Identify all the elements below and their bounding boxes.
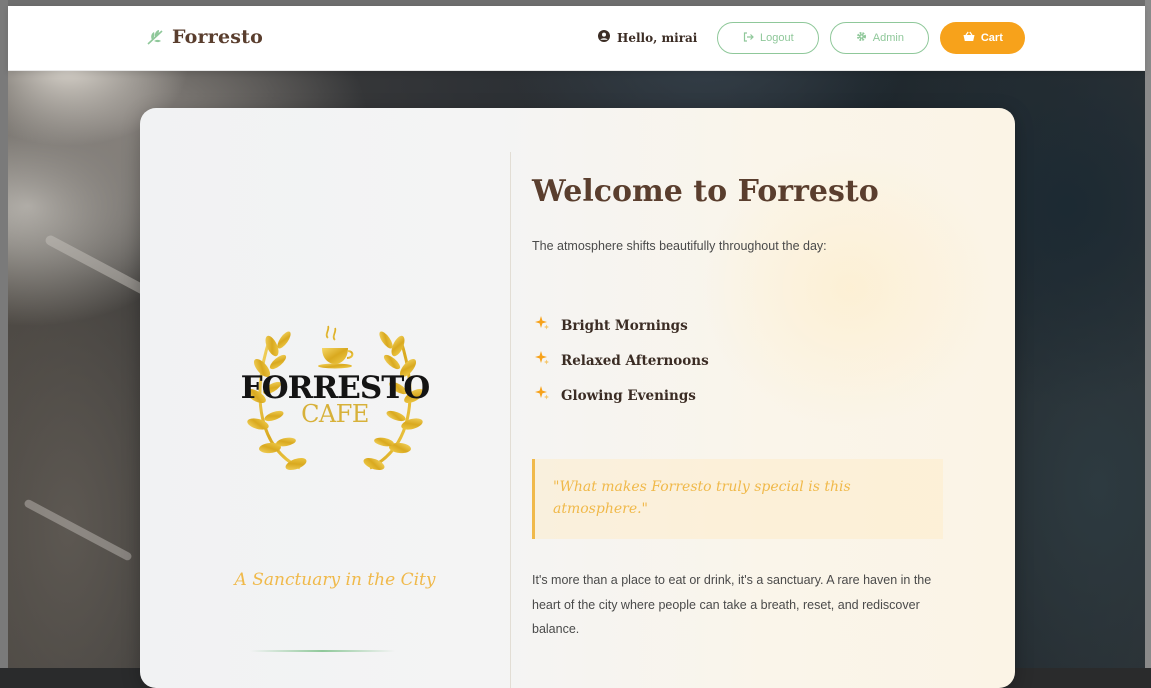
brand-name: Forresto <box>172 26 263 48</box>
list-item: Glowing Evenings <box>535 378 709 413</box>
feature-list: Bright Mornings Relaxed Afternoons Glowi… <box>535 308 709 413</box>
cart-label: Cart <box>980 32 1003 44</box>
window-frame-right <box>1145 0 1151 668</box>
logout-label: Logout <box>760 32 794 44</box>
logout-button[interactable]: Logout <box>717 22 820 54</box>
window-frame-left <box>0 0 8 668</box>
intro-text: The atmosphere shifts beautifully throug… <box>532 239 827 253</box>
sparkle-icon <box>535 316 549 335</box>
basket-icon <box>963 31 975 45</box>
feature-label: Relaxed Afternoons <box>561 352 709 369</box>
tagline: A Sanctuary in the City <box>234 570 436 590</box>
list-item: Bright Mornings <box>535 308 709 343</box>
feature-label: Glowing Evenings <box>561 387 696 404</box>
navbar: Forresto Hello, mirai Logout Admin Cart <box>8 6 1145 71</box>
gear-icon <box>856 31 867 45</box>
admin-label: Admin <box>872 32 904 44</box>
list-item: Relaxed Afternoons <box>535 343 709 378</box>
feature-label: Bright Mornings <box>561 317 688 334</box>
greeting-text: Hello, mirai <box>617 31 698 45</box>
card-divider <box>510 152 511 688</box>
sparkle-icon <box>535 351 549 370</box>
page-title: Welcome to Forresto <box>532 174 879 209</box>
tagline-underline <box>250 650 395 652</box>
logout-icon <box>743 31 754 45</box>
sparkle-icon <box>535 386 549 405</box>
user-circle-icon <box>598 29 610 47</box>
highlight-quote: "What makes Forresto truly special is th… <box>532 459 943 539</box>
cart-button[interactable]: Cart <box>940 22 1026 54</box>
nav-actions: Hello, mirai Logout Admin Cart <box>598 22 1026 54</box>
background-blur-streak <box>23 498 133 562</box>
user-greeting: Hello, mirai <box>598 29 697 47</box>
admin-button[interactable]: Admin <box>830 22 930 54</box>
leaf-icon <box>146 28 166 46</box>
description-paragraph: It's more than a place to eat or drink, … <box>532 573 932 636</box>
logo-subtitle: CAFE <box>301 400 369 428</box>
welcome-card: FORRESTO CAFE A Sanctuary in the City We… <box>140 108 1015 688</box>
brand-logo[interactable]: Forresto <box>146 26 263 48</box>
quote-text: "What makes Forresto truly special is th… <box>553 479 851 517</box>
forresto-cafe-logo: FORRESTO CAFE <box>240 318 430 483</box>
